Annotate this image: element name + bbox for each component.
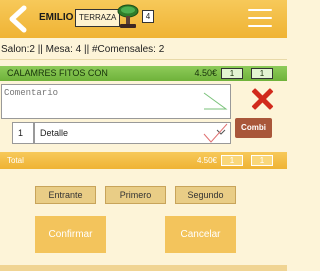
- edit-detail-icon[interactable]: [203, 122, 228, 144]
- detail-quantity-field[interactable]: 1: [12, 122, 34, 144]
- hamburger-menu-icon[interactable]: [248, 9, 272, 29]
- detail-dropdown[interactable]: Detalle: [34, 122, 231, 144]
- confirm-button[interactable]: Confirmar: [35, 216, 106, 253]
- detail-selected-value: Detalle: [40, 128, 69, 138]
- course-entrante-button[interactable]: Entrante: [35, 186, 96, 204]
- waiter-name: EMILIO: [39, 12, 74, 23]
- order-item-row[interactable]: CALAMRES FITOS CON 4.50€ 1 1: [0, 66, 287, 81]
- total-served-box: 1: [251, 155, 273, 166]
- zone-selector[interactable]: TERRAZA: [75, 9, 121, 27]
- bottom-strip: [0, 265, 287, 271]
- back-arrow-icon[interactable]: [6, 5, 30, 33]
- confirm-comment-icon[interactable]: [203, 89, 228, 111]
- cancel-button[interactable]: Cancelar: [165, 216, 236, 253]
- total-quantity-box: 1: [221, 155, 243, 166]
- item-price: 4.50€: [194, 68, 217, 78]
- comment-field[interactable]: [1, 84, 231, 119]
- item-quantity-box[interactable]: 1: [221, 68, 243, 79]
- total-row: Total 4.50€ 1 1: [0, 152, 287, 169]
- item-served-box[interactable]: 1: [251, 68, 273, 79]
- table-info: Salon:2 || Mesa: 4 || #Comensales: 2: [0, 38, 287, 60]
- delete-icon[interactable]: [251, 88, 274, 110]
- guest-count-badge[interactable]: 4: [142, 10, 154, 23]
- total-label: Total: [7, 156, 24, 165]
- course-segundo-button[interactable]: Segundo: [175, 186, 236, 204]
- table-icon[interactable]: [117, 3, 139, 31]
- combi-button[interactable]: Combi: [235, 118, 272, 138]
- item-name: CALAMRES FITOS CON: [7, 68, 108, 78]
- top-bar: EMILIO TERRAZA 4: [0, 0, 287, 38]
- course-primero-button[interactable]: Primero: [105, 186, 166, 204]
- total-price: 4.50€: [196, 156, 217, 165]
